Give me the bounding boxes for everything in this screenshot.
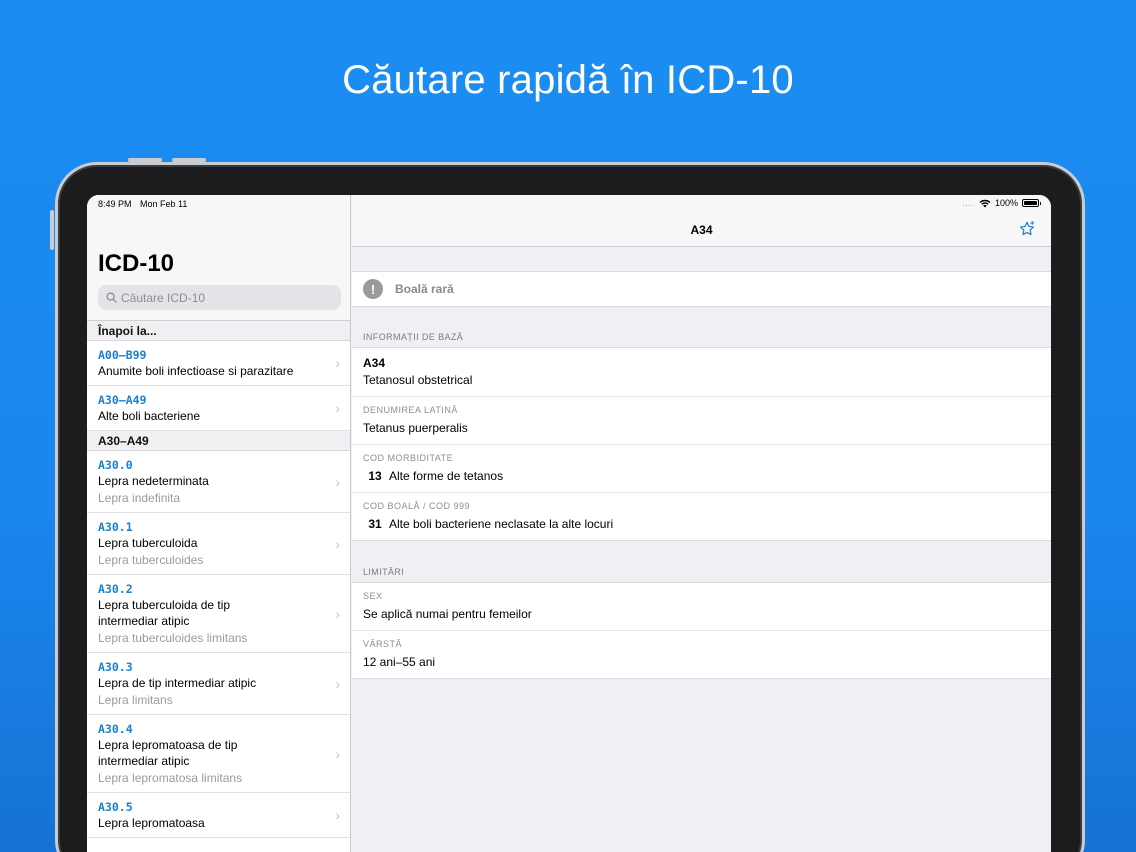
battery-icon bbox=[1022, 199, 1041, 207]
chevron-right-icon: › bbox=[335, 675, 340, 692]
disease-code-cell: COD BOALĂ / COD 999 31 Alte boli bacterie… bbox=[352, 493, 1051, 540]
search-input[interactable] bbox=[121, 290, 321, 305]
item-code: A30.4 bbox=[98, 722, 133, 736]
item-name: Anumite boli infectioase si parazitare bbox=[98, 364, 294, 378]
status-indicators: .... 100% bbox=[962, 198, 1041, 208]
search-bar[interactable] bbox=[98, 285, 341, 310]
chevron-right-icon: › bbox=[335, 400, 340, 416]
app-screen: ICD-10 Înapoi la... A00–B99 Anumite boli… bbox=[87, 195, 1051, 852]
item-name: Lepra nedeterminata bbox=[98, 474, 209, 488]
disease-code-value: 31 Alte boli bacteriene neclasate la alte… bbox=[363, 516, 1040, 532]
latin-name-cell: DENUMIREA LATINĂ Tetanus puerperalis bbox=[352, 397, 1051, 445]
star-icon[interactable] bbox=[1018, 220, 1036, 238]
rare-disease-banner: ! Boală rară bbox=[352, 271, 1051, 307]
age-value: 12 ani–55 ani bbox=[363, 655, 436, 669]
item-code: A30.1 bbox=[98, 520, 133, 534]
disease-code-number: 31 bbox=[368, 517, 382, 531]
item-code: A30–A49 bbox=[98, 393, 147, 407]
list-item[interactable]: A30.5 Lepra lepromatoasa › bbox=[87, 793, 350, 838]
item-latin-name: Lepra tuberculoides bbox=[98, 553, 204, 567]
top-button bbox=[50, 210, 54, 250]
master-pane: ICD-10 Înapoi la... A00–B99 Anumite boli… bbox=[87, 195, 351, 852]
item-latin-name: Lepra indefinita bbox=[98, 491, 181, 505]
item-name: Lepra tuberculoida de tip intermediar at… bbox=[98, 598, 231, 628]
rare-disease-label: Boală rară bbox=[395, 282, 454, 296]
master-header: ICD-10 bbox=[87, 195, 350, 321]
sex-value: Se aplică numai pentru femeilor bbox=[363, 607, 532, 621]
disease-code-text: Alte boli bacteriene neclasate la alte l… bbox=[389, 517, 614, 531]
diagnosis-name: Tetanosul obstetrical bbox=[363, 373, 473, 387]
range-section-header: A30–A49 bbox=[87, 431, 350, 451]
chevron-right-icon: › bbox=[335, 605, 340, 622]
list-item[interactable]: A30.3 Lepra de tip intermediar atipic Le… bbox=[87, 653, 350, 715]
chevron-right-icon: › bbox=[335, 473, 340, 490]
item-code: A30.3 bbox=[98, 660, 133, 674]
chevron-right-icon: › bbox=[335, 807, 340, 823]
search-icon bbox=[106, 292, 117, 303]
wifi-icon bbox=[979, 199, 991, 207]
item-name: Alte boli bacteriene bbox=[98, 409, 201, 423]
signal-dots: .... bbox=[962, 198, 975, 208]
item-code: A30.0 bbox=[98, 458, 133, 472]
item-latin-name: Lepra tuberculoides limitans bbox=[98, 631, 248, 645]
morbidity-code-number: 13 bbox=[368, 469, 382, 483]
detail-pane: A34 ! Boală rară INFORMAȚII DE BAZĂ A34 … bbox=[352, 195, 1051, 852]
latin-name-label: DENUMIREA LATINĂ bbox=[363, 405, 458, 415]
diagnosis-code: A34 bbox=[363, 356, 386, 370]
morbidity-code-text: Alte forme de tetanos bbox=[389, 469, 504, 483]
list-item[interactable]: A30.0 Lepra nedeterminata Lepra indefini… bbox=[87, 451, 350, 513]
item-latin-name: Lepra limitans bbox=[98, 693, 173, 707]
chevron-right-icon: › bbox=[335, 745, 340, 762]
code-cell: A34 Tetanosul obstetrical bbox=[352, 348, 1051, 397]
item-name: Lepra tuberculoida bbox=[98, 536, 198, 550]
disease-code-label: COD BOALĂ / COD 999 bbox=[363, 501, 471, 511]
status-date: Mon Feb 11 bbox=[140, 199, 188, 209]
list-item[interactable]: A30.1 Lepra tuberculoida Lepra tuberculo… bbox=[87, 513, 350, 575]
item-name: Lepra de tip intermediar atipic bbox=[98, 676, 257, 690]
exclamation-icon: ! bbox=[363, 279, 383, 299]
marketing-headline: Căutare rapidă în ICD-10 bbox=[342, 58, 794, 102]
item-name: Lepra lepromatoasa de tip intermediar at… bbox=[98, 738, 238, 768]
list-item[interactable]: A30–A49 Alte boli bacteriene › bbox=[87, 386, 350, 431]
morbidity-code-label: COD MORBIDITATE bbox=[363, 453, 454, 463]
chevron-right-icon: › bbox=[335, 355, 340, 371]
basic-info-card: A34 Tetanosul obstetrical DENUMIREA LATI… bbox=[352, 347, 1051, 541]
item-code: A30.5 bbox=[98, 800, 133, 814]
list-item[interactable]: A30.2 Lepra tuberculoida de tip intermed… bbox=[87, 575, 350, 653]
item-latin-name: Lepra lepromatosa limitans bbox=[98, 771, 243, 785]
app-title: ICD-10 bbox=[98, 250, 175, 277]
age-cell: VÂRSTĂ 12 ani–55 ani bbox=[352, 631, 1051, 678]
back-section-header: Înapoi la... bbox=[87, 321, 350, 341]
age-label: VÂRSTĂ bbox=[363, 639, 403, 649]
sex-label: SEX bbox=[363, 591, 383, 601]
item-code: A30.2 bbox=[98, 582, 133, 596]
nav-title: A34 bbox=[690, 223, 713, 237]
status-bar: 8:49 PM Mon Feb 11 .... 100% bbox=[87, 195, 1051, 213]
item-code: A00–B99 bbox=[98, 348, 147, 362]
basic-info-header: INFORMAȚII DE BAZĂ bbox=[363, 332, 464, 342]
chevron-right-icon: › bbox=[335, 535, 340, 552]
list-item[interactable]: A00–B99 Anumite boli infectioase si para… bbox=[87, 341, 350, 386]
limits-card: SEX Se aplică numai pentru femeilor VÂRS… bbox=[352, 582, 1051, 679]
sex-cell: SEX Se aplică numai pentru femeilor bbox=[352, 583, 1051, 631]
morbidity-code-cell: COD MORBIDITATE 13 Alte forme de tetanos bbox=[352, 445, 1051, 493]
status-time: 8:49 PM bbox=[98, 199, 132, 209]
battery-percent: 100% bbox=[994, 198, 1018, 208]
latin-name-value: Tetanus puerperalis bbox=[363, 421, 468, 435]
morbidity-code-value: 13 Alte forme de tetanos bbox=[363, 468, 1040, 484]
item-name: Lepra lepromatoasa bbox=[98, 816, 205, 830]
limits-header: LIMITĂRI bbox=[363, 567, 405, 577]
code-list: Înapoi la... A00–B99 Anumite boli infect… bbox=[87, 321, 350, 838]
list-item[interactable]: A30.4 Lepra lepromatoasa de tip intermed… bbox=[87, 715, 350, 793]
